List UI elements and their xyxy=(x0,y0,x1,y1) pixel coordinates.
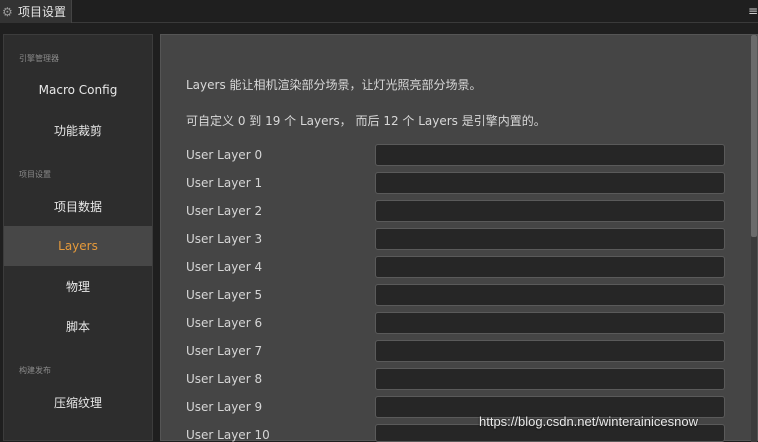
user-layer-4-label: User Layer 4 xyxy=(186,260,263,274)
user-layer-9-label: User Layer 9 xyxy=(186,400,263,414)
sidebar-item-script[interactable]: 脚本 xyxy=(4,306,152,346)
user-layer-5-input[interactable] xyxy=(375,284,725,306)
sidebar-item-layers[interactable]: Layers xyxy=(4,226,152,266)
vertical-scrollbar[interactable] xyxy=(751,35,757,442)
layers-description: Layers 能让相机渲染部分场景，让灯光照亮部分场景。 xyxy=(186,78,482,92)
user-layer-2-input[interactable] xyxy=(375,200,725,222)
user-layer-6-label: User Layer 6 xyxy=(186,316,263,330)
layers-note: 可自定义 0 到 19 个 Layers， 而后 12 个 Layers 是引擎… xyxy=(186,114,546,128)
user-layer-3-label: User Layer 3 xyxy=(186,232,263,246)
user-layer-4-input[interactable] xyxy=(375,256,725,278)
user-layer-8-input[interactable] xyxy=(375,368,725,390)
user-layer-7-label: User Layer 7 xyxy=(186,344,263,358)
user-layer-5-label: User Layer 5 xyxy=(186,288,263,302)
sidebar-item-project-data[interactable]: 项目数据 xyxy=(4,186,152,226)
gear-icon: ⚙ xyxy=(2,4,13,19)
tab-title: 项目设置 xyxy=(18,5,67,19)
sidebar-section-build: 构建发布 xyxy=(19,366,51,375)
user-layer-1-label: User Layer 1 xyxy=(186,176,263,190)
sidebar-item-texture-compress[interactable]: 压缩纹理 xyxy=(4,382,152,422)
user-layer-2-label: User Layer 2 xyxy=(186,204,263,218)
user-layer-1-input[interactable] xyxy=(375,172,725,194)
sidebar: 引擎管理器 Macro Config 功能裁剪 项目设置 项目数据 Layers… xyxy=(3,34,153,441)
user-layer-8-label: User Layer 8 xyxy=(186,372,263,386)
sidebar-item-physics[interactable]: 物理 xyxy=(4,266,152,306)
sidebar-section-engine: 引擎管理器 xyxy=(19,54,59,63)
user-layer-10-label: User Layer 10 xyxy=(186,428,270,442)
user-layer-6-input[interactable] xyxy=(375,312,725,334)
title-bar: ⚙ 项目设置 ≡ xyxy=(0,0,758,23)
user-layer-7-input[interactable] xyxy=(375,340,725,362)
scrollbar-thumb[interactable] xyxy=(751,35,757,237)
layers-panel: Layers 能让相机渲染部分场景，让灯光照亮部分场景。 可自定义 0 到 19… xyxy=(160,34,758,442)
watermark-text: https://blog.csdn.net/winterainicesnow xyxy=(479,414,698,429)
sidebar-section-project: 项目设置 xyxy=(19,170,51,179)
sidebar-item-feature-crop[interactable]: 功能裁剪 xyxy=(4,110,152,150)
user-layer-0-label: User Layer 0 xyxy=(186,148,263,162)
tab-project-settings[interactable]: ⚙ 项目设置 xyxy=(0,0,72,23)
user-layer-0-input[interactable] xyxy=(375,144,725,166)
sidebar-item-macro-config[interactable]: Macro Config xyxy=(4,70,152,110)
panel-menu-icon[interactable]: ≡ xyxy=(748,3,758,19)
user-layer-3-input[interactable] xyxy=(375,228,725,250)
